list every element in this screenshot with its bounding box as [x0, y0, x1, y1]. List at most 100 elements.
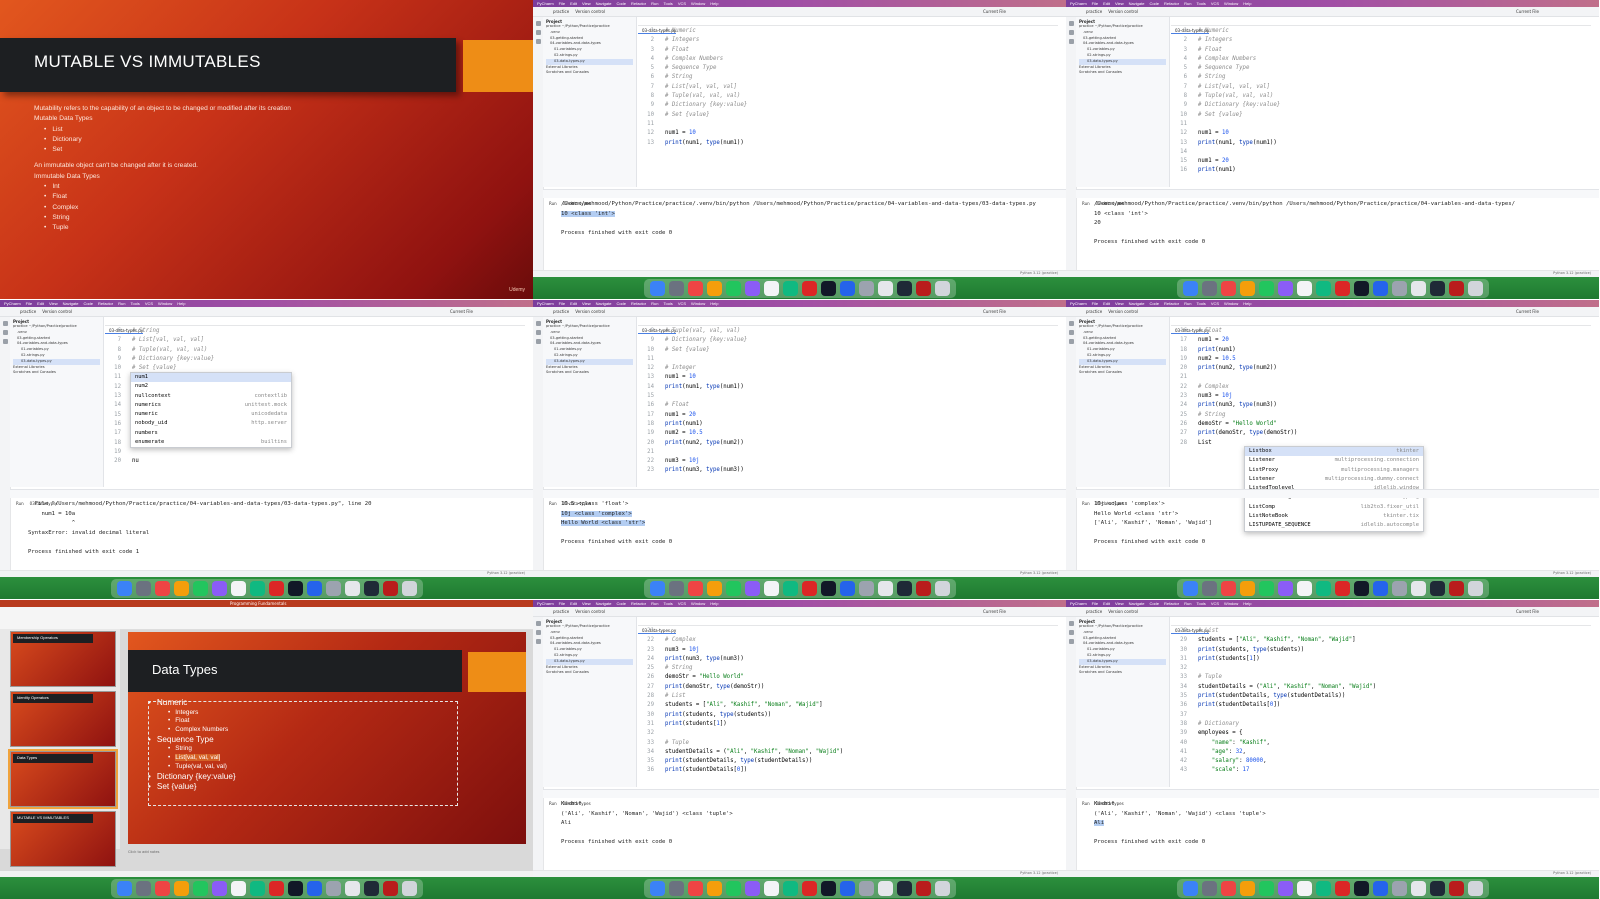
menu-item[interactable]: Refactor	[1164, 1, 1179, 6]
dock-app-icon[interactable]	[1391, 280, 1407, 296]
menu-item[interactable]: Window	[1224, 601, 1238, 606]
dock-app-icon[interactable]	[154, 880, 170, 896]
dock-app-icon[interactable]	[687, 880, 703, 896]
menu-item[interactable]: Window	[1224, 301, 1238, 306]
dock-app-icon[interactable]	[363, 580, 379, 596]
dock-app-icon[interactable]	[877, 580, 893, 596]
interpreter-status[interactable]: Python 3.12 (practice)	[1553, 571, 1591, 575]
completion-item[interactable]: Listbox tkinter	[1245, 447, 1423, 457]
app-menu[interactable]: PyCharm	[4, 301, 21, 306]
run-console[interactable]: Kashif ('Ali', 'Kashif', 'Noman', 'Wajid'…	[561, 800, 1060, 870]
dock-app-icon[interactable]	[706, 580, 722, 596]
dock-app-icon[interactable]	[706, 880, 722, 896]
dock-app-icon[interactable]	[1353, 280, 1369, 296]
menu-item[interactable]: Code	[1149, 601, 1159, 606]
dock-app-icon[interactable]	[1258, 580, 1274, 596]
dock-app-icon[interactable]	[344, 580, 360, 596]
menu-item[interactable]: Run	[651, 1, 658, 6]
dock-app-icon[interactable]	[934, 580, 950, 596]
menu-item[interactable]: View	[582, 301, 591, 306]
code-editor[interactable]: 1 # Numeric 2 # Integers 3 # Float 4 # Complex …	[638, 27, 1058, 187]
menu-item[interactable]: Refactor	[631, 301, 646, 306]
menu-item[interactable]: Code	[616, 301, 626, 306]
menu-item[interactable]: Help	[710, 601, 718, 606]
dock-app-icon[interactable]	[1467, 280, 1483, 296]
menu-item[interactable]: Run	[1184, 601, 1191, 606]
dock-app-icon[interactable]	[858, 880, 874, 896]
menu-item[interactable]: File	[26, 301, 32, 306]
dock-app-icon[interactable]	[1372, 580, 1388, 596]
dock-app-icon[interactable]	[1448, 880, 1464, 896]
menu-item[interactable]: View	[1115, 601, 1124, 606]
completion-item[interactable]: nobody_uid http.server	[131, 419, 291, 428]
dock-app-icon[interactable]	[915, 880, 931, 896]
interpreter-status[interactable]: Python 3.12 (practice)	[1553, 271, 1591, 275]
run-console[interactable]: /Users/mehmood/Python/Practice/practice/…	[1094, 200, 1593, 270]
completion-item[interactable]: ListProxy multiprocessing.managers	[1245, 466, 1423, 475]
dock-app-icon[interactable]	[1239, 580, 1255, 596]
dock-app-icon[interactable]	[1220, 580, 1236, 596]
dock-app-icon[interactable]	[173, 580, 189, 596]
dock-app-icon[interactable]	[192, 880, 208, 896]
menu-item[interactable]: Tools	[1196, 1, 1205, 6]
dock-app-icon[interactable]	[249, 880, 265, 896]
dock-app-icon[interactable]	[287, 580, 303, 596]
menu-item[interactable]: Refactor	[631, 1, 646, 6]
menu-item[interactable]: Tools	[130, 301, 139, 306]
menu-item[interactable]: View	[582, 601, 591, 606]
dock-app-icon[interactable]	[839, 880, 855, 896]
run-tab[interactable]: Run	[549, 201, 557, 206]
menu-item[interactable]: Refactor	[1164, 301, 1179, 306]
run-tab[interactable]: Run	[549, 801, 557, 806]
dock-app-icon[interactable]	[649, 280, 665, 296]
tree-node[interactable]: Scratches and Consoles	[1079, 70, 1166, 76]
dock-app-icon[interactable]	[1258, 880, 1274, 896]
dock-app-icon[interactable]	[306, 880, 322, 896]
run-config[interactable]: Current File	[1516, 9, 1539, 14]
dock-app-icon[interactable]	[268, 580, 284, 596]
menu-item[interactable]: Window	[1224, 1, 1238, 6]
vcs-widget[interactable]: Version control	[575, 9, 605, 14]
dock-app-icon[interactable]	[763, 280, 779, 296]
dock-app-icon[interactable]	[934, 280, 950, 296]
completion-item[interactable]: num2	[131, 382, 291, 391]
app-menu[interactable]: PyCharm	[537, 601, 554, 606]
dock-app-icon[interactable]	[1391, 580, 1407, 596]
dock-app-icon[interactable]	[858, 580, 874, 596]
dock-app-icon[interactable]	[1239, 280, 1255, 296]
dock-app-icon[interactable]	[915, 580, 931, 596]
dock-app-icon[interactable]	[725, 880, 741, 896]
menu-item[interactable]: Navigate	[596, 301, 612, 306]
vcs-widget[interactable]: Version control	[575, 609, 605, 614]
dock-app-icon[interactable]	[744, 580, 760, 596]
interpreter-status[interactable]: Python 3.12 (practice)	[1020, 271, 1058, 275]
vcs-widget[interactable]: Version control	[1108, 9, 1138, 14]
dock-app-icon[interactable]	[782, 580, 798, 596]
dock-app-icon[interactable]	[858, 280, 874, 296]
run-tab[interactable]: Run	[549, 501, 557, 506]
menu-item[interactable]: Code	[616, 1, 626, 6]
tree-node[interactable]: Scratches and Consoles	[546, 370, 633, 376]
run-console[interactable]: 10.5 <class 'float'> 10j <class 'complex'…	[561, 500, 1060, 570]
menu-item[interactable]: Window	[691, 301, 705, 306]
menu-item[interactable]: Run	[1184, 301, 1191, 306]
dock-app-icon[interactable]	[1429, 580, 1445, 596]
dock-app-icon[interactable]	[649, 880, 665, 896]
dock-app-icon[interactable]	[801, 580, 817, 596]
dock-app-icon[interactable]	[763, 580, 779, 596]
code-editor[interactable]: 1 # Numeric 2 # Integers 3 # Float 4 # Complex …	[1171, 27, 1591, 187]
menu-item[interactable]: Navigate	[1129, 301, 1145, 306]
run-console[interactable]: Kashif ('Ali', 'Kashif', 'Noman', 'Wajid'…	[1094, 800, 1593, 870]
menu-item[interactable]: View	[1115, 301, 1124, 306]
dock-app-icon[interactable]	[1296, 580, 1312, 596]
completion-popup[interactable]: num1 num2 nullcontext contextlib numerics uni…	[130, 372, 292, 449]
project-switcher[interactable]: practice	[553, 309, 569, 314]
dock-app-icon[interactable]	[1429, 280, 1445, 296]
dock-app-icon[interactable]	[1258, 280, 1274, 296]
menu-item[interactable]: File	[1092, 301, 1098, 306]
menu-item[interactable]: Navigate	[1129, 601, 1145, 606]
dock-app-icon[interactable]	[1220, 280, 1236, 296]
dock-app-icon[interactable]	[877, 280, 893, 296]
menu-item[interactable]: Tools	[663, 601, 672, 606]
code-editor[interactable]: 8 # Tuple(val, val, val) 9 # Dictionary {ke…	[638, 327, 1058, 487]
